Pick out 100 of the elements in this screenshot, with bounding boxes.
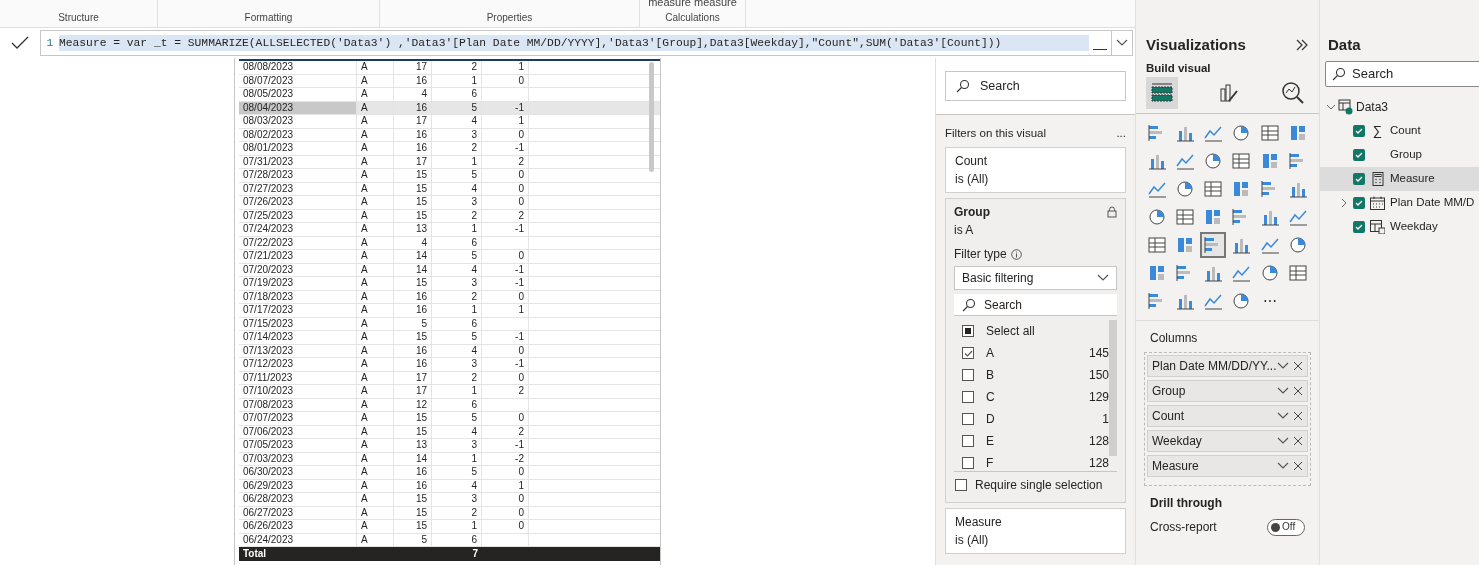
commit-check-icon[interactable] — [11, 36, 29, 50]
checkbox[interactable] — [962, 347, 974, 360]
filter-item[interactable]: C 129 — [954, 386, 1109, 409]
ribbon-button-label[interactable]: measure measure — [648, 0, 737, 11]
checkbox[interactable] — [1353, 221, 1365, 233]
close-icon[interactable] — [1293, 436, 1303, 447]
table-row[interactable]: 08/08/2023 A 17 2 1 — [239, 61, 660, 75]
table-row[interactable]: 07/12/2023 A 16 3 -1 — [239, 358, 660, 372]
calculator-icon — [1371, 172, 1384, 186]
field-pill[interactable]: Measure — [1147, 455, 1308, 478]
checkbox[interactable] — [1353, 173, 1365, 185]
table-cell: -1 — [482, 331, 529, 344]
table-row[interactable]: 06/30/2023 A 16 5 0 — [239, 466, 660, 480]
checkbox[interactable] — [962, 435, 974, 448]
table-cell: 17 — [394, 61, 432, 74]
filter-item[interactable]: A 145 — [954, 342, 1109, 365]
build-mode-tab[interactable] — [1146, 77, 1178, 110]
table-row[interactable]: 07/07/2023 A 15 5 0 — [239, 412, 660, 426]
collapse-icon[interactable] — [1295, 39, 1309, 51]
table-cell: 1 — [432, 304, 482, 317]
scrollbar-thumb[interactable] — [1109, 320, 1117, 457]
table-cell: 0 — [482, 520, 529, 533]
table-cell: 06/28/2023 — [239, 493, 357, 506]
table-cell: 07/13/2023 — [239, 344, 357, 357]
close-icon[interactable] — [1293, 461, 1303, 472]
table-row[interactable]: 06/26/2023 A 15 1 0 — [239, 520, 660, 534]
filter-item[interactable]: B 150 — [954, 364, 1109, 387]
tree-item[interactable]: Data3 — [1320, 95, 1479, 119]
field-pill[interactable]: Count — [1147, 405, 1308, 428]
filter-condition: is (All) — [955, 171, 990, 189]
table-cell: 3 — [432, 277, 482, 290]
checkbox[interactable] — [962, 369, 974, 382]
filter-item[interactable]: Select all — [954, 320, 1109, 343]
checkbox[interactable] — [1353, 149, 1365, 161]
table-row[interactable]: 07/05/2023 A 13 3 -1 — [239, 439, 660, 453]
table-row[interactable]: 07/17/2023 A 16 1 1 — [239, 304, 660, 318]
filter-type-dropdown[interactable]: Basic filtering — [954, 266, 1117, 291]
lock-icon[interactable] — [1107, 206, 1117, 219]
checkbox[interactable] — [962, 391, 974, 404]
close-icon[interactable] — [1293, 386, 1303, 397]
field-pill[interactable]: Weekday — [1147, 430, 1308, 453]
checkbox[interactable] — [962, 457, 974, 470]
table-row[interactable]: 07/19/2023 A 15 3 -1 — [239, 277, 660, 291]
field-item[interactable]: Group — [1320, 143, 1479, 167]
table-row[interactable]: 08/01/2023 A 16 2 -1 — [239, 142, 660, 156]
field-item[interactable]: ∑ Count — [1320, 119, 1479, 143]
table-row[interactable]: 07/24/2023 A 13 1 -1 — [239, 223, 660, 237]
close-icon[interactable] — [1293, 411, 1303, 422]
table-row[interactable]: 07/21/2023 A 14 5 0 — [239, 250, 660, 264]
require-single-selection[interactable]: Require single selection — [954, 472, 1117, 499]
table-cell: 06/26/2023 — [239, 520, 357, 533]
more-options[interactable]: ... — [1116, 125, 1126, 143]
table-cell: 15 — [394, 182, 432, 195]
info-icon[interactable] — [1010, 248, 1022, 260]
table-cell: 0 — [482, 290, 529, 303]
table-row[interactable]: 08/05/2023 A 4 6 — [239, 88, 660, 102]
chevron-down-icon[interactable] — [1326, 102, 1336, 112]
chevron-right-icon[interactable] — [1340, 198, 1348, 208]
formula-editor[interactable]: 1 Measure = var _t = SUMMARIZE(ALLSELECTED('Data3') ,'Data3'[Plan Date MM/DD/YYYY],'Data3'[Group],Data3[Weekday],"Count",SUM('Data3'[Count])) — [40, 30, 1133, 56]
visual-type-button[interactable] — [1200, 232, 1227, 259]
checkbox[interactable] — [1353, 125, 1365, 137]
checkbox[interactable] — [962, 325, 974, 338]
filter-card[interactable]: Group is A Filter type Basic filtering Search Select all A 145 B 150 C 129 D 1 E 128 F 128 Require single selection — [945, 198, 1126, 504]
table-row[interactable]: 07/28/2023 A 15 5 0 — [239, 169, 660, 183]
checkbox[interactable] — [962, 413, 974, 426]
search-field[interactable]: Search — [1325, 61, 1479, 87]
checkbox[interactable] — [955, 479, 967, 492]
search-field[interactable]: Search — [945, 71, 1126, 101]
field-item[interactable]: Measure — [1320, 167, 1479, 191]
table-cell: A — [357, 61, 394, 74]
item-count: 150 — [1088, 367, 1109, 385]
table-row[interactable]: 06/28/2023 A 15 3 0 — [239, 493, 660, 507]
toggle-switch[interactable]: Off — [1267, 518, 1305, 536]
table-row[interactable]: 07/14/2023 A 15 5 -1 — [239, 331, 660, 345]
table-cell: 2 — [482, 425, 529, 438]
more-visuals-button[interactable]: ⋯ — [1256, 288, 1283, 315]
filter-item[interactable]: E 128 — [954, 430, 1109, 453]
scrollbar-thumb[interactable] — [649, 62, 654, 172]
filter-card[interactable]: Measure is (All) — [945, 508, 1126, 555]
filter-item[interactable]: F 128 — [954, 452, 1109, 472]
table-row[interactable]: 08/03/2023 A 17 4 1 — [239, 115, 660, 129]
calendar-icon — [1370, 196, 1385, 210]
table-row[interactable]: 07/26/2023 A 15 3 0 — [239, 196, 660, 210]
search-field[interactable]: Search — [954, 294, 1117, 317]
search-icon — [956, 79, 970, 93]
checkbox[interactable] — [1353, 197, 1365, 209]
filter-card[interactable]: Count is (All) — [945, 147, 1126, 194]
filter-item[interactable]: D 1 — [954, 408, 1109, 431]
close-icon[interactable] — [1293, 361, 1303, 372]
table-cell: 3 — [432, 196, 482, 209]
table-cell: 08/02/2023 — [239, 128, 357, 141]
chevron-down-icon — [1097, 274, 1109, 283]
field-item[interactable]: Plan Date MM/D — [1320, 191, 1479, 215]
field-item[interactable]: Weekday — [1320, 215, 1479, 239]
field-pill[interactable]: Group — [1147, 380, 1308, 403]
table-cell: 07/05/2023 — [239, 439, 357, 452]
table-row[interactable]: 07/10/2023 A 17 1 2 — [239, 385, 660, 399]
table-cell: 07/08/2023 — [239, 398, 357, 411]
field-name: Plan Date MM/DD/YY... — [1152, 358, 1277, 376]
field-pill[interactable]: Plan Date MM/DD/YY... — [1147, 355, 1308, 378]
